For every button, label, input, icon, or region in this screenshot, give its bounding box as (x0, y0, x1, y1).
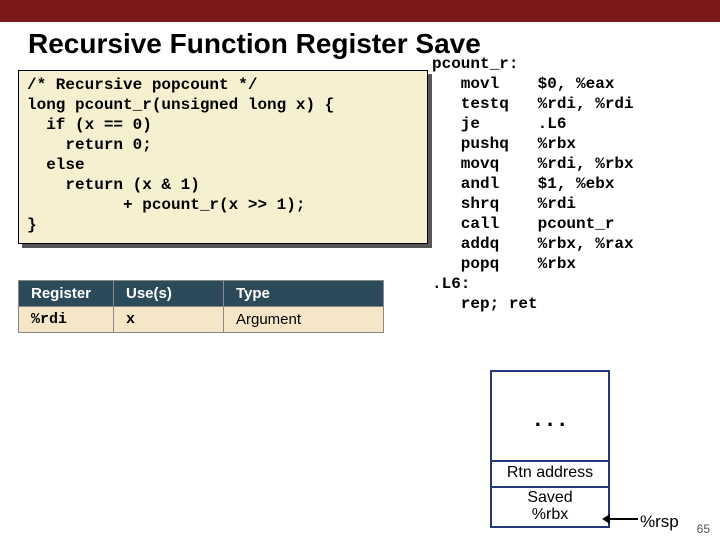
stack-box: . . . Rtn address Saved %rbx (490, 370, 610, 528)
page-number: 65 (697, 522, 710, 536)
header-type: Type (224, 281, 384, 307)
rsp-label: %rsp (640, 512, 679, 532)
stack-cell-saved: Saved %rbx (492, 488, 608, 528)
cell-use: x (114, 307, 224, 333)
rsp-arrow-icon (608, 518, 638, 520)
stack-dots: . . . (492, 372, 608, 462)
slide-top-bar (0, 0, 720, 22)
header-register: Register (19, 281, 114, 307)
assembly-code-block: pcount_r: movl $0, %eax testq %rdi, %rdi… (432, 54, 634, 314)
table-header-row: Register Use(s) Type (19, 281, 384, 307)
stack-diagram: . . . Rtn address Saved %rbx (490, 370, 640, 528)
cell-register: %rdi (19, 307, 114, 333)
c-code-block: /* Recursive popcount */ long pcount_r(u… (18, 70, 428, 244)
table-row: %rdi x Argument (19, 307, 384, 333)
register-table: Register Use(s) Type %rdi x Argument (18, 280, 384, 333)
cell-type: Argument (224, 307, 384, 333)
header-uses: Use(s) (114, 281, 224, 307)
stack-cell-rtn: Rtn address (492, 462, 608, 488)
